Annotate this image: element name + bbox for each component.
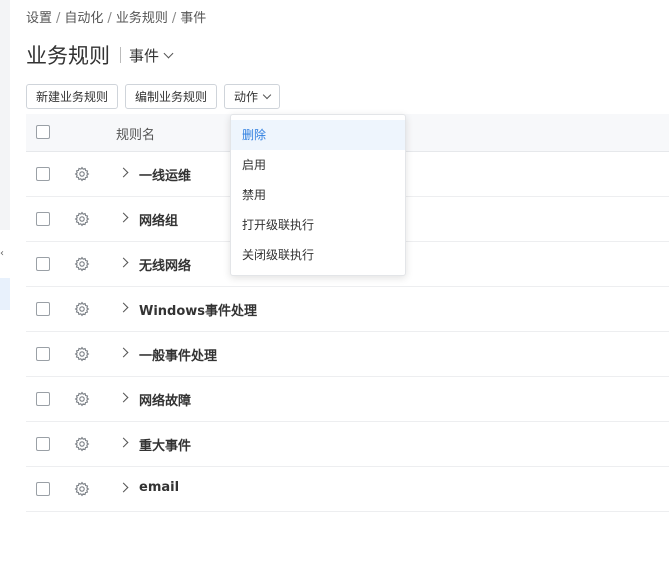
row-checkbox[interactable] [36,437,50,451]
chevron-right-icon[interactable] [118,167,129,178]
column-header-rule-name[interactable]: 规则名 [116,124,155,143]
row-checkbox[interactable] [36,347,50,361]
breadcrumb-separator: / [56,11,61,26]
breadcrumb-separator: / [171,11,177,26]
chevron-right-icon[interactable] [118,437,129,448]
toolbar: 新建业务规则 编制业务规则 动作 [26,84,287,109]
event-type-selector[interactable]: 事件 [129,45,174,66]
left-panel-selected-edge [0,278,10,310]
chevron-right-icon[interactable] [118,392,129,403]
table-row[interactable]: 一般事件处理 [26,332,669,377]
rule-name[interactable]: 无线网络 [139,255,191,274]
gear-icon[interactable] [74,436,90,452]
new-rule-button[interactable]: 新建业务规则 [26,84,119,109]
dropdown-item[interactable]: 关闭级联执行 [231,240,405,270]
table-row[interactable]: 网络故障 [26,377,669,422]
row-checkbox[interactable] [36,482,50,496]
rule-name[interactable]: Windows事件处理 [139,300,257,319]
table-row[interactable]: Windows事件处理 [26,287,669,332]
breadcrumb: 设置 / 自动化 / 业务规则 / 事件 [26,7,206,26]
row-checkbox[interactable] [36,212,50,226]
title-row: 业务规则 事件 [26,40,174,70]
gear-icon[interactable] [74,391,90,407]
chevron-right-icon[interactable] [118,302,129,313]
row-checkbox[interactable] [36,392,50,406]
edit-rule-button[interactable]: 编制业务规则 [125,84,218,109]
dropdown-item[interactable]: 启用 [231,150,405,180]
action-dropdown-menu: 删除 启用 禁用 打开级联执行 关闭级联执行 [230,114,406,276]
collapse-caret-icon[interactable]: ‹ [0,248,4,259]
dropdown-item[interactable]: 禁用 [231,180,405,210]
row-checkbox[interactable] [36,167,50,181]
action-dropdown-button[interactable]: 动作 [224,84,281,109]
breadcrumb-item-automation[interactable]: 自动化 [64,7,103,26]
chevron-right-icon[interactable] [118,212,129,223]
page-title: 业务规则 [26,44,110,68]
table-row[interactable]: email [26,467,669,512]
chevron-down-icon [262,90,272,99]
gear-icon[interactable] [74,346,90,362]
event-type-label: 事件 [129,46,160,65]
row-checkbox[interactable] [36,257,50,271]
chevron-down-icon [163,48,174,58]
chevron-right-icon[interactable] [118,347,129,358]
action-label: 动作 [234,90,259,104]
breadcrumb-item-business-rules[interactable]: 业务规则 [116,7,168,26]
rule-name[interactable]: 一般事件处理 [139,345,217,364]
left-panel-edge [0,0,10,230]
chevron-right-icon[interactable] [118,257,129,268]
select-all-checkbox[interactable] [36,125,50,139]
gear-icon[interactable] [74,301,90,317]
rule-name[interactable]: 重大事件 [139,435,191,454]
row-checkbox[interactable] [36,302,50,316]
gear-icon[interactable] [74,256,90,272]
gear-icon[interactable] [74,211,90,227]
breadcrumb-separator: / [107,11,112,26]
chevron-right-icon[interactable] [118,482,129,493]
breadcrumb-item-settings[interactable]: 设置 [26,7,52,26]
rule-name[interactable]: 网络故障 [139,390,191,409]
dropdown-item[interactable]: 打开级联执行 [231,210,405,240]
table-row[interactable]: 重大事件 [26,422,669,467]
rule-name[interactable]: 一线运维 [139,165,191,184]
dropdown-item[interactable]: 删除 [231,120,405,150]
gear-icon[interactable] [74,481,90,497]
breadcrumb-item-events: 事件 [180,11,207,26]
rule-name[interactable]: email [139,480,179,495]
title-divider [120,47,121,63]
gear-icon[interactable] [74,166,90,182]
rule-name[interactable]: 网络组 [139,210,178,229]
